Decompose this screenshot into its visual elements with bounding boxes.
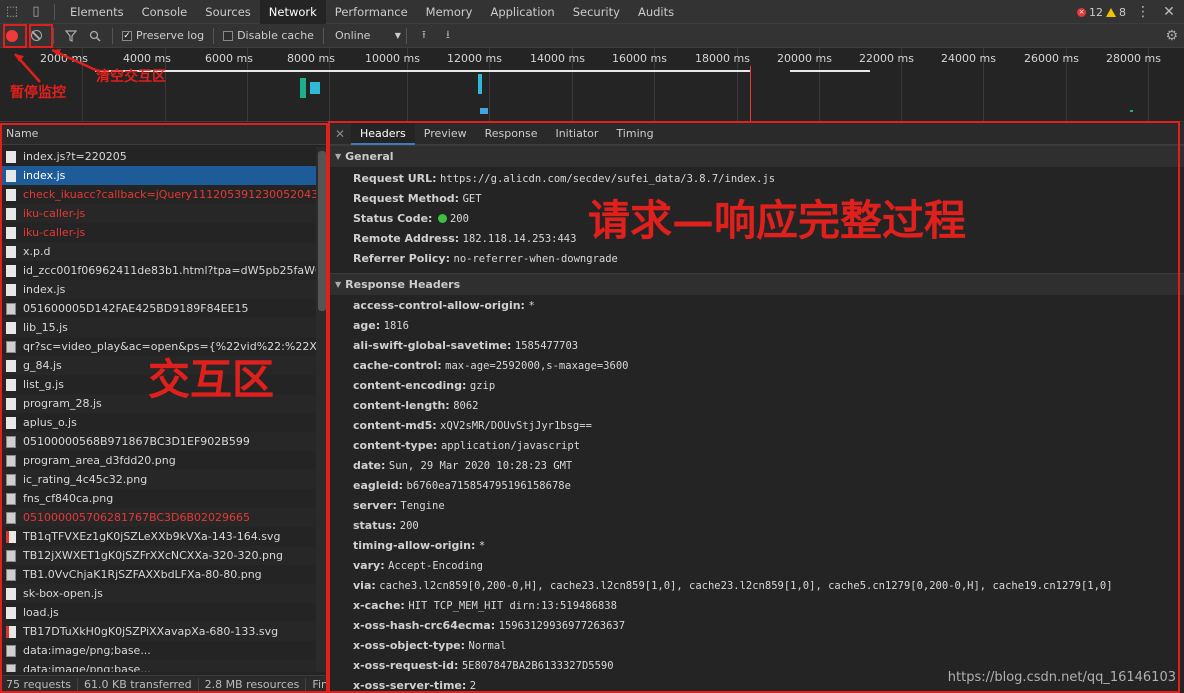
throttling-value: Online: [334, 29, 371, 42]
load-line: [750, 66, 751, 122]
download-icon: ⭳: [446, 28, 450, 41]
tab-performance[interactable]: Performance: [326, 0, 417, 24]
waterfall-bar: [480, 108, 488, 114]
disable-cache-label: Disable cache: [237, 29, 314, 42]
search-icon: [89, 30, 101, 42]
tick-label: 8000 ms: [287, 52, 335, 65]
waterfall-bar: [310, 82, 320, 94]
import-har-button[interactable]: ⭱: [412, 24, 436, 48]
tab-application[interactable]: Application: [481, 0, 563, 24]
tabbar-divider: [54, 3, 55, 20]
toolbar-divider: [405, 27, 407, 44]
tab-network[interactable]: Network: [259, 0, 326, 24]
tab-sources[interactable]: Sources: [196, 0, 260, 24]
tick-label: 14000 ms: [530, 52, 585, 65]
tick-label: 16000 ms: [612, 52, 667, 65]
tick-label: 24000 ms: [941, 52, 996, 65]
warning-icon: [1106, 7, 1116, 17]
error-count-badge[interactable]: × 12 8: [1077, 6, 1126, 19]
tab-memory[interactable]: Memory: [417, 0, 482, 24]
clear-annotation: 清空交互区: [96, 69, 166, 85]
waterfall-bar: [1130, 110, 1133, 112]
tab-security[interactable]: Security: [564, 0, 629, 24]
tabbar-right: × 12 8 ⋮ ✕: [1077, 0, 1184, 24]
inspect-element-icon[interactable]: ⬚: [0, 0, 24, 24]
tick-label: 28000 ms: [1106, 52, 1161, 65]
export-har-button[interactable]: ⭳: [436, 24, 460, 48]
close-devtools-icon[interactable]: ✕: [1160, 4, 1178, 20]
toolbar-divider: [213, 27, 215, 44]
panel-tabs: Elements Console Sources Network Performance…: [61, 0, 683, 24]
toolbar-divider: [112, 27, 113, 44]
waterfall-bar: [300, 78, 306, 98]
tick-label: 18000 ms: [695, 52, 750, 65]
network-toolbar: ✓ Preserve log Disable cache Online ▼ ⭱ …: [0, 24, 1184, 48]
interaction-area-annotation: 交互区: [148, 355, 275, 404]
more-options-icon[interactable]: ⋮: [1132, 4, 1154, 20]
network-overview[interactable]: 2000 ms 4000 ms 6000 ms 8000 ms 10000 ms 1200…: [0, 48, 1184, 122]
preserve-log-checkbox[interactable]: ✓ Preserve log: [122, 29, 204, 42]
tab-elements[interactable]: Elements: [61, 0, 133, 24]
tab-audits[interactable]: Audits: [629, 0, 683, 24]
tab-console[interactable]: Console: [133, 0, 197, 24]
waterfall-bar: [478, 74, 482, 94]
tick-label: 26000 ms: [1024, 52, 1079, 65]
warning-count: 8: [1119, 5, 1126, 19]
watermark: https://blog.csdn.net/qq_16146103: [947, 670, 1176, 685]
tick-label: 6000 ms: [205, 52, 253, 65]
tick-label: 10000 ms: [365, 52, 420, 65]
pause-annotation: 暂停监控: [10, 85, 66, 101]
error-count: 12: [1089, 5, 1103, 19]
dropdown-arrow-icon: ▼: [394, 31, 401, 40]
device-toolbar-icon[interactable]: ▯: [24, 0, 48, 24]
checkbox-unchecked-icon: [223, 30, 234, 41]
devtools-tabbar: ⬚ ▯ Elements Console Sources Network Perform…: [0, 0, 1184, 24]
error-icon: ×: [1077, 7, 1086, 17]
waterfall-bar: [95, 70, 750, 72]
tick-label: 20000 ms: [777, 52, 832, 65]
settings-gear-icon[interactable]: ⚙: [1165, 28, 1178, 44]
waterfall-bar: [790, 70, 870, 72]
toolbar-divider: [322, 27, 324, 44]
toolbar-divider: [53, 27, 54, 44]
upload-icon: ⭱: [422, 28, 426, 41]
tick-label: 12000 ms: [447, 52, 502, 65]
disable-cache-checkbox[interactable]: Disable cache: [223, 29, 314, 42]
checkbox-checked-icon: ✓: [122, 30, 132, 41]
throttling-select[interactable]: Online ▼: [335, 29, 401, 42]
preserve-log-label: Preserve log: [136, 29, 205, 42]
tick-label: 22000 ms: [859, 52, 914, 65]
interaction-area-highlight-box: [0, 123, 328, 693]
filter-icon: [65, 29, 77, 42]
request-response-annotation: 请求—响应完整过程: [588, 196, 967, 245]
